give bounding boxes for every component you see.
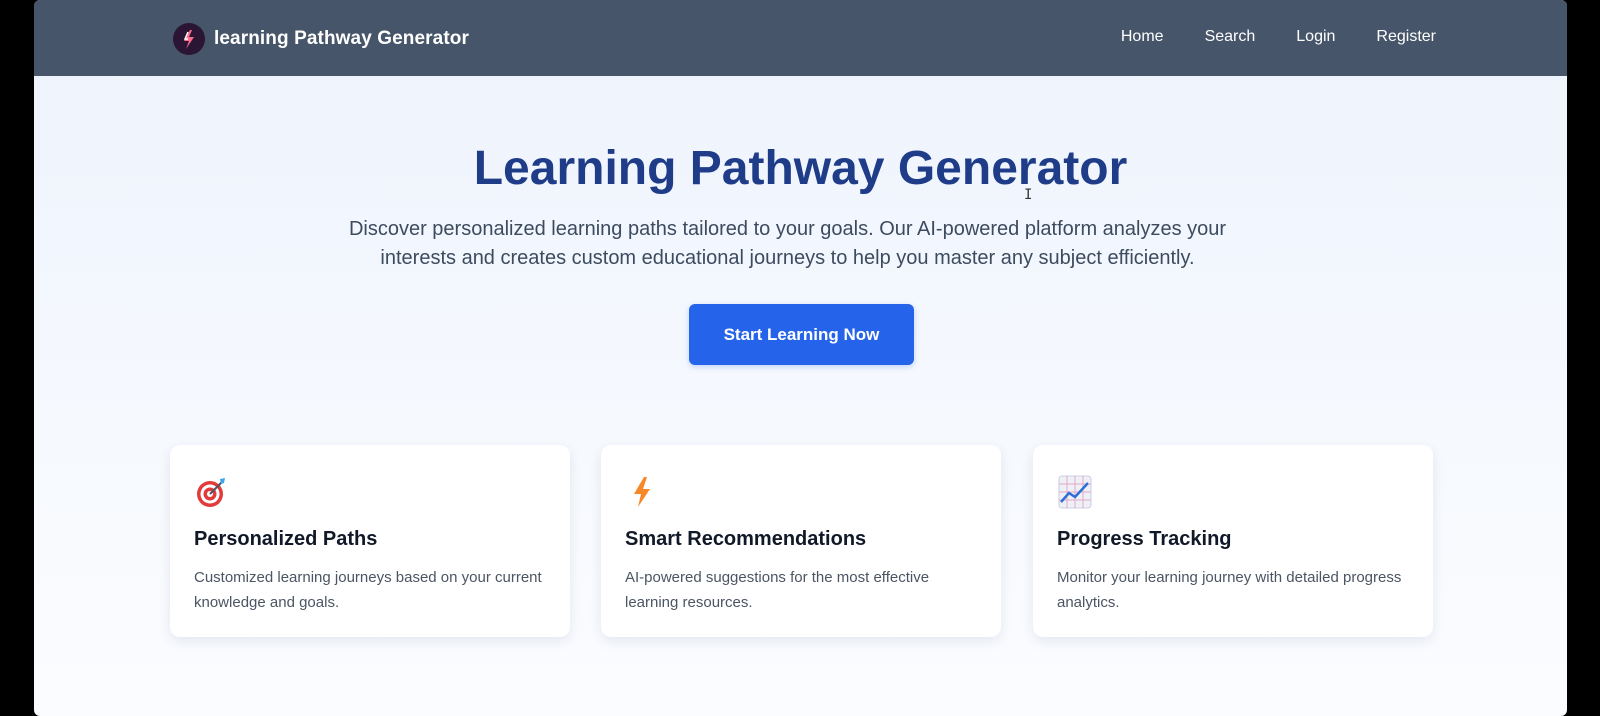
feature-description: AI-powered suggestions for the most effe… (625, 569, 930, 611)
feature-description: Monitor your learning journey with detai… (1057, 569, 1402, 611)
start-learning-button[interactable]: Start Learning Now (689, 304, 914, 365)
feature-title: Progress Tracking (1057, 528, 1232, 550)
text-cursor-icon: I (1024, 187, 1033, 203)
feature-card-personalized-paths: Personalized Paths Customized learning j… (170, 445, 570, 637)
nav-links: Home Search Login Register (1121, 28, 1436, 46)
target-icon (195, 475, 229, 509)
feature-description: Customized learning journeys based on yo… (194, 569, 542, 611)
nav-home-link[interactable]: Home (1121, 28, 1164, 46)
logo-icon (173, 23, 205, 55)
browser-viewport: learning Pathway Generator Home Search L… (34, 0, 1567, 716)
lightning-icon (626, 475, 660, 509)
chart-increasing-icon (1058, 475, 1092, 509)
nav-register-link[interactable]: Register (1376, 28, 1436, 46)
feature-card-smart-recommendations: Smart Recommendations AI-powered suggest… (601, 445, 1001, 637)
nav-search-link[interactable]: Search (1205, 28, 1256, 46)
hero-title: Learning Pathway Generator (473, 142, 1128, 195)
navbar: learning Pathway Generator Home Search L… (34, 0, 1567, 76)
nav-login-link[interactable]: Login (1296, 28, 1335, 46)
feature-title: Personalized Paths (194, 528, 378, 550)
feature-title: Smart Recommendations (625, 528, 867, 550)
hero-description: Discover personalized learning paths tai… (348, 218, 1227, 269)
feature-card-progress-tracking: Progress Tracking Monitor your learning … (1033, 445, 1433, 637)
brand[interactable]: learning Pathway Generator (173, 23, 469, 55)
brand-title: learning Pathway Generator (214, 28, 469, 49)
